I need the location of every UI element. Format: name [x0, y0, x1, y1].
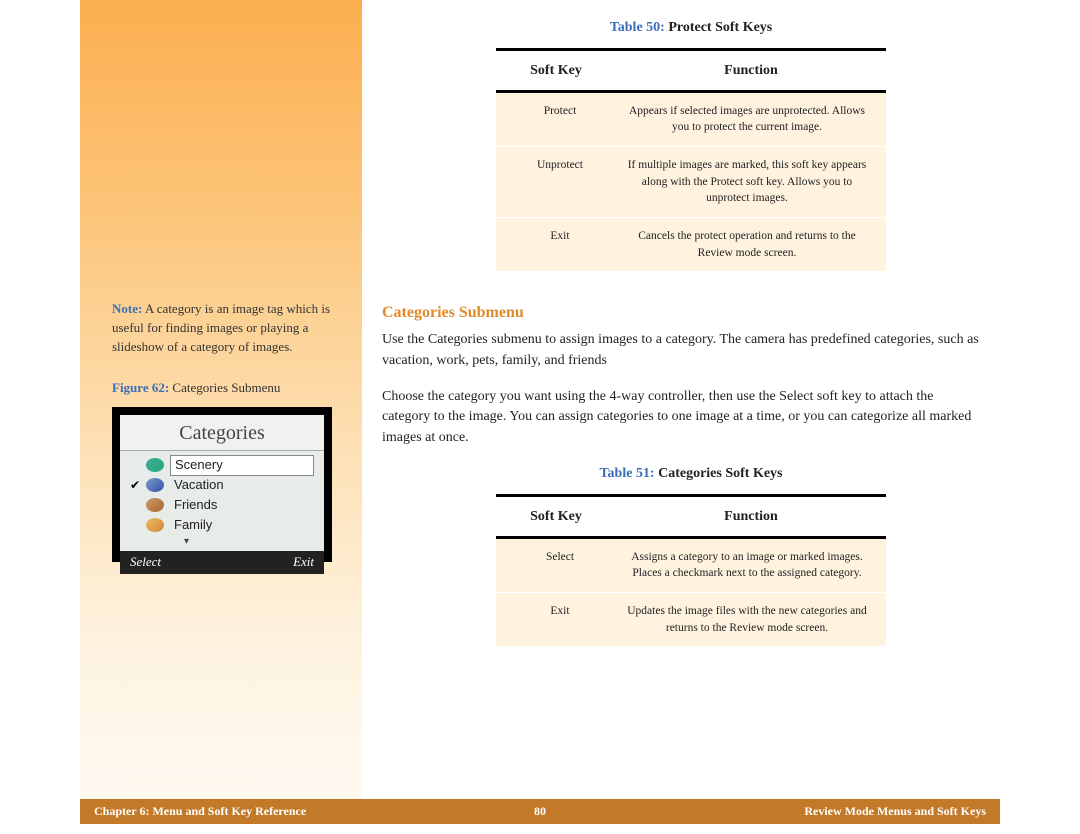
cell-key: Unprotect	[504, 157, 616, 207]
note-label: Note:	[112, 301, 142, 316]
note-text: A category is an image tag which is usef…	[112, 301, 330, 354]
screen-softkeys: Select Exit	[120, 551, 324, 574]
down-arrow-icon: ▾	[130, 535, 314, 547]
table-header: Soft Key Function	[496, 51, 886, 89]
col-softkey: Soft Key	[496, 61, 616, 81]
note-block: Note: A category is an image tag which i…	[112, 300, 344, 357]
category-icon	[146, 478, 164, 492]
cell-func: Appears if selected images are unprotect…	[616, 103, 878, 136]
paragraph: Choose the category you want using the 4…	[382, 387, 982, 448]
category-label: Scenery	[170, 455, 314, 476]
section-heading: Categories Submenu	[382, 301, 1000, 324]
footer-left: Chapter 6: Menu and Soft Key Reference	[94, 804, 306, 819]
table51-caption: Table 51: Categories Soft Keys	[382, 464, 1000, 484]
softkey-select: Select	[130, 553, 161, 572]
page-number: 80	[534, 804, 546, 819]
paragraph: Use the Categories submenu to assign ima…	[382, 330, 982, 371]
category-label: Friends	[170, 496, 221, 515]
col-function: Function	[616, 507, 886, 527]
cell-key: Exit	[504, 603, 616, 636]
screen-inner: Categories Scenery ✔ Vacation	[120, 415, 324, 554]
cell-func: If multiple images are marked, this soft…	[616, 157, 878, 207]
table51-label: Table 51:	[599, 466, 654, 481]
main-content: Table 50: Protect Soft Keys Soft Key Fun…	[362, 0, 1000, 810]
cell-key: Protect	[504, 103, 616, 136]
category-label: Vacation	[170, 476, 228, 495]
list-item: Friends	[130, 495, 314, 515]
table-row: Exit Updates the image files with the ne…	[496, 592, 886, 646]
page-footer: Chapter 6: Menu and Soft Key Reference 8…	[80, 799, 1000, 824]
list-item: ✔ Vacation	[130, 475, 314, 495]
footer-right: Review Mode Menus and Soft Keys	[804, 804, 986, 819]
cell-key: Select	[504, 549, 616, 582]
table50: Soft Key Function Protect Appears if sel…	[496, 48, 886, 271]
table51-title: Categories Soft Keys	[655, 466, 783, 481]
category-icon	[146, 518, 164, 532]
categories-screenshot: Categories Scenery ✔ Vacation	[112, 407, 332, 562]
sidebar: Note: A category is an image tag which i…	[80, 0, 362, 810]
cell-func: Cancels the protect operation and return…	[616, 228, 878, 261]
table-row: Exit Cancels the protect operation and r…	[496, 217, 886, 271]
table50-title: Protect Soft Keys	[665, 20, 772, 35]
table51: Soft Key Function Select Assigns a categ…	[496, 494, 886, 646]
softkey-exit: Exit	[293, 553, 314, 572]
cell-func: Updates the image files with the new cat…	[616, 603, 878, 636]
cell-func: Assigns a category to an image or marked…	[616, 549, 878, 582]
table-body: Select Assigns a category to an image or…	[496, 536, 886, 647]
screen-list: Scenery ✔ Vacation Friends	[120, 451, 324, 551]
table-row: Select Assigns a category to an image or…	[496, 536, 886, 592]
table-row: Unprotect If multiple images are marked,…	[496, 146, 886, 217]
figure-title: Categories Submenu	[169, 380, 280, 395]
list-item: Scenery	[130, 455, 314, 475]
col-softkey: Soft Key	[496, 507, 616, 527]
category-icon	[146, 498, 164, 512]
figure-number: Figure 62:	[112, 380, 169, 395]
list-item: Family	[130, 515, 314, 535]
table-body: Protect Appears if selected images are u…	[496, 90, 886, 272]
table-header: Soft Key Function	[496, 497, 886, 535]
table50-label: Table 50:	[610, 20, 665, 35]
category-label: Family	[170, 516, 216, 535]
checkmark-icon: ✔	[130, 477, 146, 494]
table-row: Protect Appears if selected images are u…	[496, 90, 886, 146]
figure-caption: Figure 62: Categories Submenu	[112, 379, 344, 398]
category-icon	[146, 458, 164, 472]
col-function: Function	[616, 61, 886, 81]
table50-caption: Table 50: Protect Soft Keys	[382, 18, 1000, 38]
cell-key: Exit	[504, 228, 616, 261]
screen-title: Categories	[120, 415, 324, 451]
